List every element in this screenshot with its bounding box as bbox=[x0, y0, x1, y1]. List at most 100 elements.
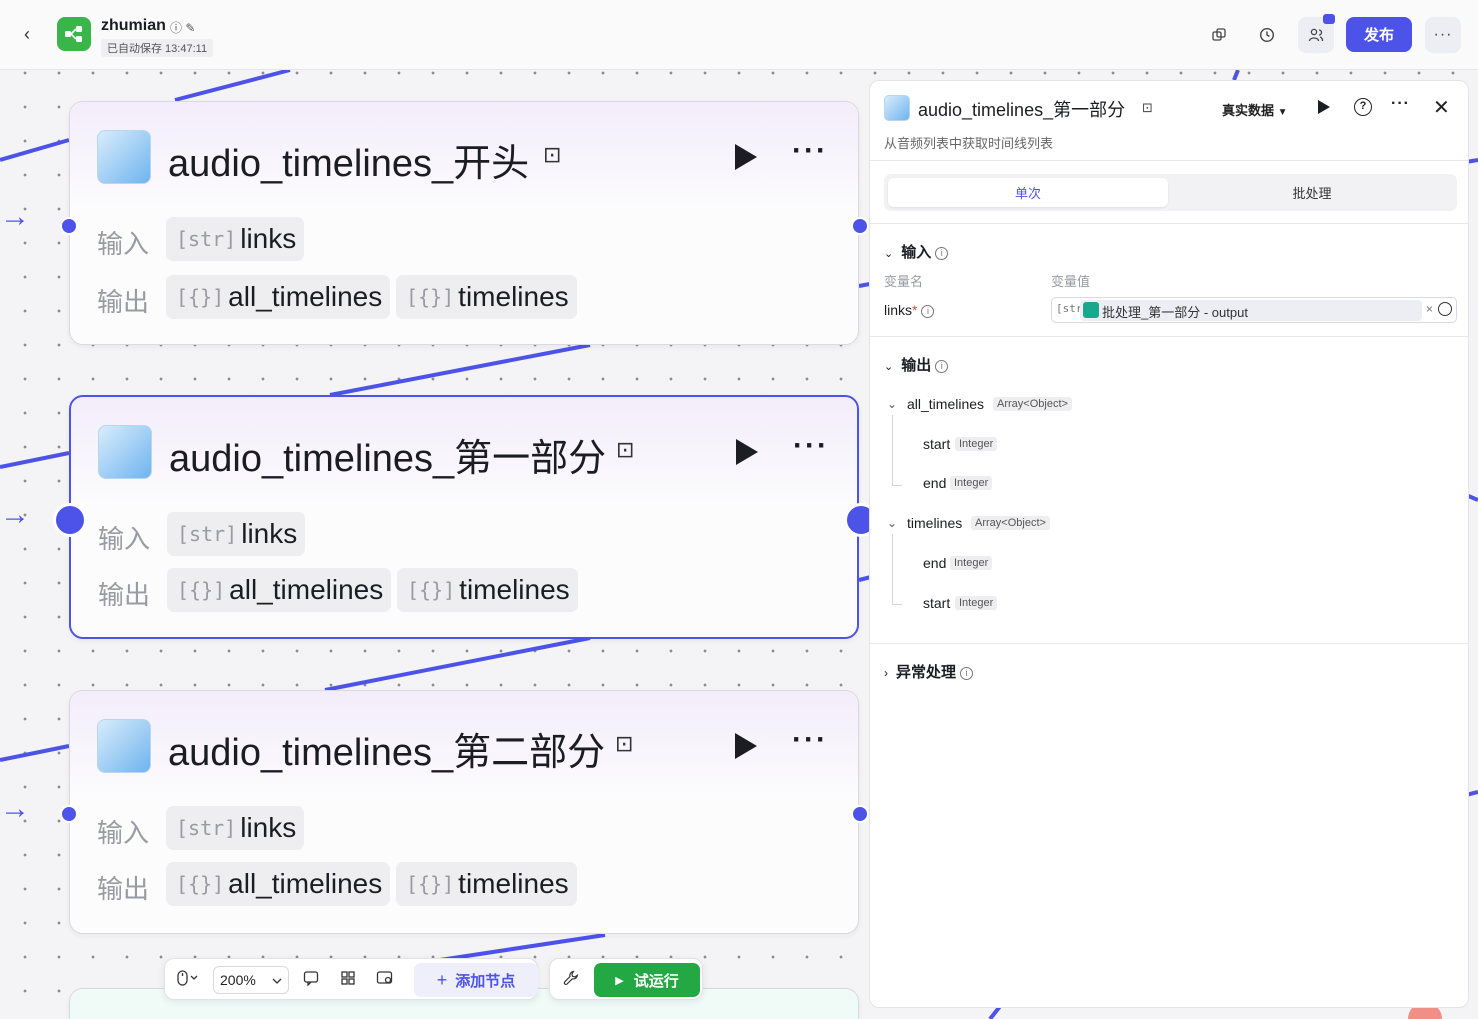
people-icon bbox=[1308, 28, 1324, 42]
input-chip: [str] links bbox=[166, 806, 305, 850]
add-node-label: 添加节点 bbox=[455, 972, 516, 990]
input-section-header[interactable]: ⌄ 输入 i bbox=[884, 241, 949, 262]
input-label: 输入 bbox=[97, 818, 150, 848]
input-variable-name: links* i bbox=[884, 302, 935, 318]
output-field-name: timelines bbox=[907, 515, 963, 531]
variable-reference-tag: 批处理_第一部分 - output bbox=[1080, 300, 1422, 321]
plugin-icon bbox=[97, 130, 151, 184]
history-icon[interactable] bbox=[1256, 24, 1278, 46]
run-mode-tabs: 单次 批处理 bbox=[884, 174, 1457, 211]
wrench-icon[interactable] bbox=[563, 970, 579, 990]
input-section-title: 输入 bbox=[901, 244, 932, 261]
minimap-icon[interactable] bbox=[376, 970, 394, 990]
output-field-type: Array<Object> bbox=[971, 516, 1050, 530]
run-icon[interactable] bbox=[1318, 100, 1330, 114]
zoom-select[interactable]: 200% bbox=[213, 966, 289, 994]
plus-icon: + bbox=[436, 969, 448, 990]
output-field-type: Integer bbox=[950, 476, 993, 490]
chevron-down-icon[interactable]: ⌄ bbox=[887, 397, 897, 411]
run-node-icon[interactable] bbox=[735, 733, 757, 759]
output-field-type: Integer bbox=[955, 596, 998, 610]
output-label: 输出 bbox=[97, 874, 150, 904]
arrow-icon: → bbox=[0, 498, 30, 531]
output-section-title: 输出 bbox=[901, 357, 932, 374]
input-port[interactable] bbox=[60, 217, 78, 235]
plugin-icon bbox=[97, 719, 151, 773]
add-node-button[interactable]: + 添加节点 bbox=[414, 963, 538, 997]
node-more-icon[interactable]: ··· bbox=[792, 723, 828, 757]
variable-picker-icon[interactable] bbox=[1438, 302, 1452, 316]
input-label: 输入 bbox=[97, 229, 150, 259]
input-chip: [str] links bbox=[167, 512, 306, 556]
node-title: audio_timelines_开头 bbox=[168, 143, 530, 185]
edit-icon[interactable]: ✎ bbox=[185, 21, 195, 35]
info-icon: i bbox=[921, 304, 935, 318]
chevron-right-icon: › bbox=[884, 666, 888, 680]
input-port[interactable] bbox=[53, 503, 87, 537]
chevron-down-icon bbox=[272, 978, 282, 984]
input-label: 输入 bbox=[98, 524, 151, 554]
tab-batch[interactable]: 批处理 bbox=[1172, 178, 1452, 207]
layout-icon[interactable] bbox=[340, 970, 356, 990]
publish-button[interactable]: 发布 bbox=[1346, 17, 1412, 52]
node-detail-panel: audio_timelines_第一部分 ⊡ 真实数据 ▼ ? ··· ✕ 从音… bbox=[869, 80, 1469, 1008]
caret-down-icon: ▼ bbox=[1277, 107, 1288, 118]
tab-single[interactable]: 单次 bbox=[888, 178, 1168, 207]
plugin-icon bbox=[884, 95, 910, 121]
column-header-name: 变量名 bbox=[884, 274, 924, 289]
run-node-icon[interactable] bbox=[735, 144, 757, 170]
comment-icon[interactable] bbox=[303, 970, 319, 990]
chevron-down-icon[interactable]: ⌄ bbox=[887, 516, 897, 530]
input-variable-value-field[interactable]: [str] 批处理_第一部分 - output × bbox=[1051, 297, 1457, 323]
help-icon[interactable]: ? bbox=[1354, 98, 1372, 116]
output-field-name: start bbox=[923, 595, 951, 611]
close-icon[interactable]: ✕ bbox=[1433, 95, 1450, 120]
canvas-toolbar: 200% + 添加节点 bbox=[164, 958, 538, 1000]
output-chip: [{}] timelines bbox=[397, 568, 578, 612]
info-icon: i bbox=[960, 666, 974, 680]
store-icon: ⊡ bbox=[543, 142, 562, 167]
node-more-icon[interactable]: ··· bbox=[793, 429, 829, 463]
store-icon: ⊡ bbox=[1142, 100, 1153, 115]
panel-description: 从音频列表中获取时间线列表 bbox=[884, 136, 1054, 151]
app-logo bbox=[57, 17, 91, 51]
output-port[interactable] bbox=[851, 217, 869, 235]
workflow-node-audio-timelines-start[interactable]: audio_timelines_开头 ⊡ ··· 输入 输出 [str] link… bbox=[60, 101, 869, 345]
output-chip: [{}] all_timelines bbox=[166, 275, 391, 319]
chevron-down-icon: ⌄ bbox=[884, 248, 894, 260]
zoom-value: 200% bbox=[220, 972, 256, 988]
info-icon: i bbox=[935, 246, 949, 260]
app-info-icons[interactable]: ⓘ ✎ bbox=[170, 19, 195, 36]
output-port[interactable] bbox=[851, 805, 869, 823]
store-icon: ⊡ bbox=[615, 731, 634, 756]
workflow-node-audio-timelines-part-1[interactable]: audio_timelines_第一部分 ⊡ ··· 输入 输出 [str] li… bbox=[53, 395, 878, 639]
clear-icon[interactable]: × bbox=[1426, 302, 1433, 316]
back-icon[interactable]: ‹ bbox=[24, 24, 44, 44]
app-name: zhumian bbox=[101, 17, 166, 34]
plugin-icon bbox=[98, 425, 152, 479]
node-title: audio_timelines_第一部分 bbox=[169, 438, 607, 480]
arrow-icon: → bbox=[0, 792, 30, 825]
trial-run-button[interactable]: ▶ 试运行 bbox=[594, 963, 700, 997]
mouse-mode-icon[interactable] bbox=[177, 970, 199, 990]
data-mode-select[interactable]: 真实数据 ▼ bbox=[1222, 100, 1288, 119]
info-icon: i bbox=[935, 359, 949, 373]
copy-icon[interactable] bbox=[1208, 24, 1230, 46]
output-label: 输出 bbox=[98, 580, 151, 610]
output-field-type: Integer bbox=[950, 556, 993, 570]
output-field-name: all_timelines bbox=[907, 396, 985, 412]
node-more-icon[interactable]: ··· bbox=[792, 134, 828, 168]
column-header-value: 变量值 bbox=[1051, 274, 1091, 289]
run-node-icon[interactable] bbox=[736, 439, 758, 465]
error-handling-section-header[interactable]: › 异常处理 i bbox=[884, 661, 974, 682]
workflow-node-audio-timelines-part-2[interactable]: audio_timelines_第二部分 ⊡ ··· 输入 输出 [str] li… bbox=[60, 690, 869, 934]
more-options-button[interactable]: ··· bbox=[1425, 17, 1461, 53]
output-chip: [{}] all_timelines bbox=[167, 568, 392, 612]
panel-title: audio_timelines_第一部分 bbox=[918, 100, 1126, 120]
input-port[interactable] bbox=[60, 805, 78, 823]
variable-reference-label: 批处理_第一部分 - output bbox=[1102, 305, 1248, 320]
input-chip: [str] links bbox=[166, 217, 305, 261]
output-section-header[interactable]: ⌄ 输出 i bbox=[884, 354, 949, 375]
info-icon[interactable]: ⓘ bbox=[170, 21, 182, 35]
more-icon[interactable]: ··· bbox=[1391, 95, 1410, 113]
